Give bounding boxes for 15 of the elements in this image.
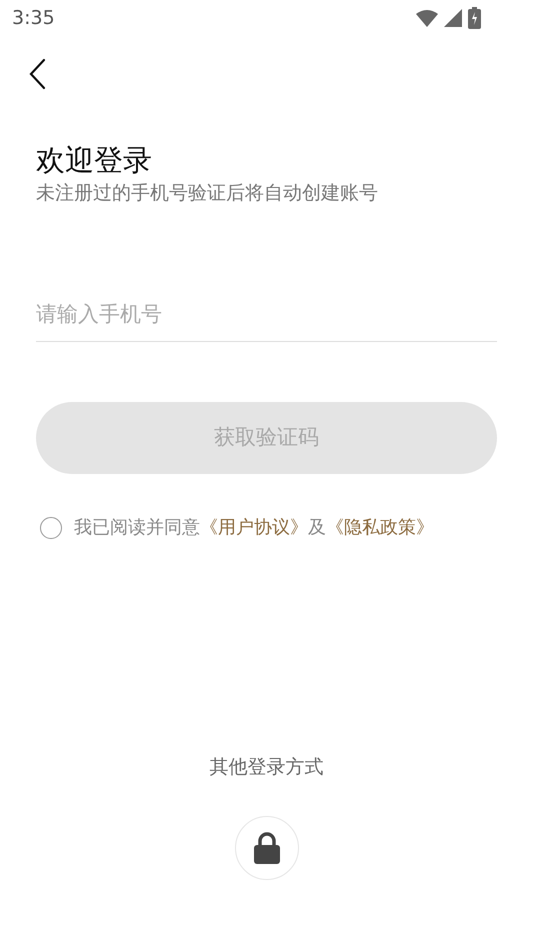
agreement-text: 我已阅读并同意《用户协议》及《隐私政策》 — [74, 516, 434, 540]
privacy-policy-link[interactable]: 《隐私政策》 — [326, 517, 434, 538]
other-login-label: 其他登录方式 — [210, 755, 324, 780]
page-title: 欢迎登录 — [36, 142, 153, 179]
back-icon[interactable] — [28, 58, 48, 90]
agree-checkbox[interactable] — [40, 516, 62, 538]
wifi-icon — [416, 9, 438, 27]
battery-icon — [468, 7, 481, 29]
lock-icon — [254, 832, 280, 864]
status-time: 3:35 — [12, 6, 55, 31]
subtitle: 未注册过的手机号验证后将自动创建账号 — [36, 181, 379, 206]
phone-input-field[interactable]: 请输入手机号 — [36, 286, 497, 342]
signal-icon — [444, 9, 462, 27]
user-agreement-link[interactable]: 《用户协议》 — [200, 517, 308, 538]
lock-login-button[interactable] — [234, 816, 298, 880]
